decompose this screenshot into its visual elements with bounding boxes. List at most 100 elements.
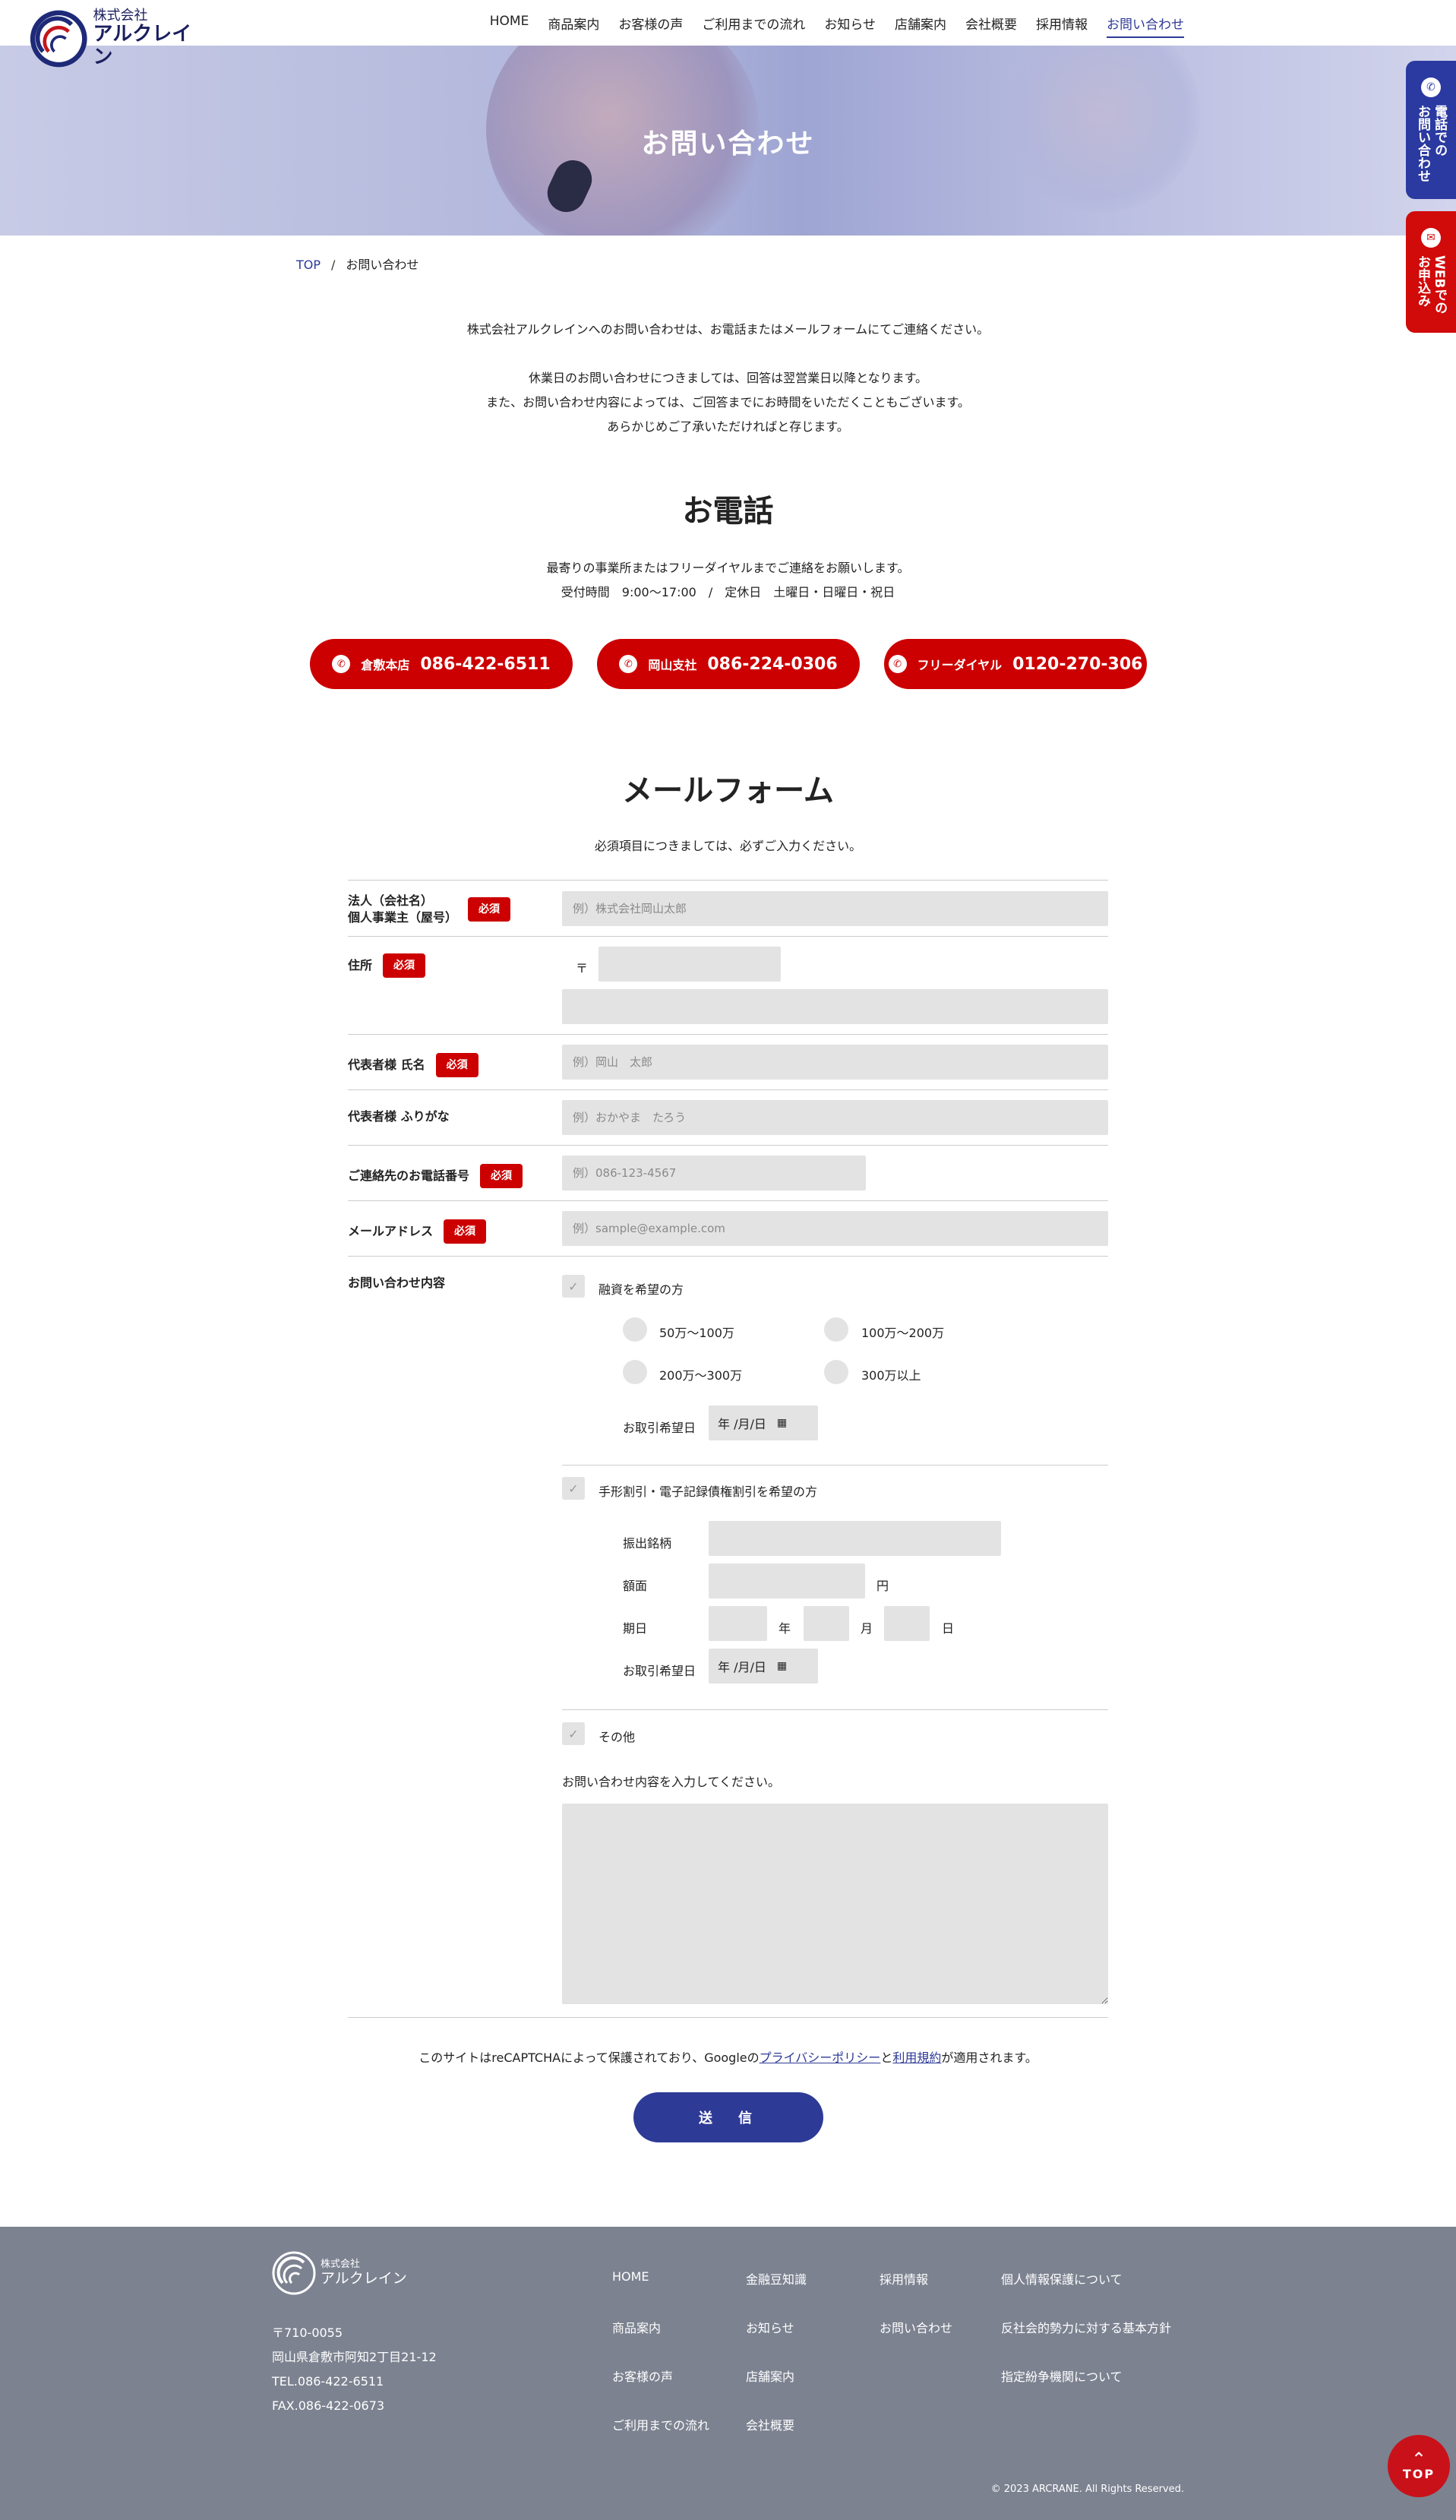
bill-date-input[interactable]: 年 /月/日 ▦ [709, 1649, 818, 1684]
loan-radio-2[interactable] [824, 1317, 848, 1342]
nav-contact[interactable]: お問い合わせ [1107, 14, 1184, 38]
tel-button-freedial[interactable]: ✆ フリーダイヤル 0120-270-306 [884, 639, 1147, 689]
chevron-up-icon: ⌃ [1410, 2448, 1427, 2470]
phone-icon: ✆ [619, 655, 638, 673]
address-label-text: 住所 [348, 958, 373, 972]
kana-label-text: 代表者様 ふりがな [348, 1109, 450, 1124]
amount-label: 額面 [623, 1579, 648, 1593]
nav-products[interactable]: 商品案内 [548, 14, 599, 38]
logo-company-name: アルクレイン [93, 23, 192, 69]
nav-voices[interactable]: お客様の声 [618, 14, 683, 38]
amount-input[interactable] [709, 1564, 865, 1598]
logo-company-type: 株式会社 [93, 7, 148, 24]
footer-logo[interactable]: 株式会社 アルクレイン [272, 2251, 407, 2295]
footer-link-news[interactable]: お知らせ [746, 2318, 807, 2367]
footer-link-voices[interactable]: お客様の声 [612, 2367, 709, 2415]
nav-flow[interactable]: ご利用までの流れ [702, 14, 805, 38]
bill-date-label: お取引希望日 [623, 1664, 696, 1678]
due-year-input[interactable] [709, 1606, 767, 1641]
email-input[interactable] [562, 1211, 1108, 1246]
side-tel-button[interactable]: ✆ 電話での お問い合わせ [1406, 61, 1456, 199]
loan-checkbox[interactable]: ✓ [562, 1275, 585, 1298]
recaptcha-text-end: が適用されます。 [941, 2050, 1038, 2065]
site-logo[interactable]: 株式会社 アルクレイン [29, 6, 204, 71]
privacy-policy-link[interactable]: プライバシーポリシー [760, 2050, 881, 2065]
nav-home[interactable]: HOME [490, 14, 529, 38]
phone-icon: ✆ [1421, 77, 1441, 97]
recaptcha-text: このサイトはreCAPTCHAによって保護されており、Googleの [418, 2050, 760, 2065]
page-hero: お問い合わせ [0, 46, 1456, 236]
footer-link-privacy[interactable]: 個人情報保護について [1001, 2269, 1171, 2318]
footer-link-products[interactable]: 商品案内 [612, 2318, 709, 2367]
footer-link-recruit[interactable]: 採用情報 [880, 2269, 952, 2318]
footer-link-antisocial[interactable]: 反社会的勢力に対する基本方針 [1001, 2318, 1171, 2367]
tel-input[interactable] [562, 1156, 866, 1190]
footer-link-knowledge[interactable]: 金融豆知識 [746, 2269, 807, 2318]
company-label-line1: 法人（会社名） [348, 893, 434, 908]
tel-button-okayama[interactable]: ✆ 岡山支社 086-224-0306 [597, 639, 860, 689]
footer-link-home[interactable]: HOME [612, 2269, 709, 2318]
tel-branch-name: 岡山支社 [648, 658, 697, 672]
terms-link[interactable]: 利用規約 [892, 2050, 941, 2065]
kana-input[interactable] [562, 1100, 1108, 1135]
side-tel-label: 電話での お問い合わせ [1415, 105, 1448, 182]
loan-radio-3[interactable] [623, 1360, 647, 1384]
email-label-text: メールアドレス [348, 1224, 434, 1238]
mail-icon: ✉ [1421, 228, 1441, 248]
footer-nav-col-2: 金融豆知識 お知らせ 店舗案内 会社概要 [746, 2269, 807, 2464]
due-month-input[interactable] [804, 1606, 849, 1641]
date-placeholder: 年 /月/日 [718, 1660, 766, 1674]
nav-stores[interactable]: 店舗案内 [895, 14, 946, 38]
month-unit: 月 [861, 1621, 873, 1636]
nav-company[interactable]: 会社概要 [965, 14, 1017, 38]
breadcrumb-top[interactable]: TOP [296, 258, 321, 272]
footer-logo-company-type: 株式会社 [321, 2258, 361, 2270]
drawer-input[interactable] [709, 1521, 1001, 1556]
nav-recruit[interactable]: 採用情報 [1036, 14, 1088, 38]
loan-date-input[interactable]: 年 /月/日 ▦ [709, 1405, 818, 1440]
form-row-content: お問い合わせ内容 ✓ 融資を希望の方 50万～100万 100万～200万 20… [348, 1256, 1108, 2018]
content-textarea[interactable] [562, 1804, 1108, 2004]
company-input[interactable] [562, 891, 1108, 926]
day-unit: 日 [942, 1621, 955, 1636]
required-badge: 必須 [444, 1219, 487, 1244]
footer-link-stores[interactable]: 店舗案内 [746, 2367, 807, 2415]
page-title: お問い合わせ [641, 128, 815, 160]
side-web-button[interactable]: ✉ WEBでの お申込み [1406, 211, 1456, 333]
recaptcha-notice: このサイトはreCAPTCHAによって保護されており、Googleのプライバシー… [0, 2047, 1456, 2066]
due-day-input[interactable] [884, 1606, 930, 1641]
page-top-button[interactable]: ⌃ TOP [1388, 2435, 1450, 2497]
email-label: メールアドレス 必須 [348, 1219, 487, 1244]
content-label-text: お問い合わせ内容 [348, 1276, 446, 1290]
footer-logo-company-name: アルクレイン [321, 2269, 407, 2287]
tel-number: 086-422-6511 [420, 654, 551, 674]
other-checkbox-label: その他 [599, 1730, 636, 1744]
loan-radio-4[interactable] [824, 1360, 848, 1384]
phone-icon: ✆ [332, 655, 351, 673]
footer-link-dispute[interactable]: 指定紛争機関について [1001, 2367, 1171, 2415]
footer-link-contact[interactable]: お問い合わせ [880, 2318, 952, 2367]
logo-mark-icon [30, 10, 87, 68]
submit-button[interactable]: 送 信 [633, 2092, 823, 2142]
drawer-label: 振出銘柄 [623, 1536, 672, 1551]
company-label-line2: 個人事業主（屋号） [348, 910, 458, 925]
content-prompt: お問い合わせ内容を入力してください。 [562, 1775, 781, 1789]
bill-checkbox[interactable]: ✓ [562, 1477, 585, 1500]
footer-link-flow[interactable]: ご利用までの流れ [612, 2415, 709, 2464]
mailform-note: 必須項目につきましては、必ずご入力ください。 [594, 839, 862, 853]
loan-radio-1[interactable] [623, 1317, 647, 1342]
address-input[interactable] [562, 989, 1108, 1024]
name-input[interactable] [562, 1045, 1108, 1080]
breadcrumb-current: お問い合わせ [346, 258, 419, 272]
tel-branch-name: 倉敷本店 [361, 658, 410, 672]
footer-nav-col-4: 個人情報保護について 反社会的勢力に対する基本方針 指定紛争機関について [1001, 2269, 1171, 2415]
footer-link-company[interactable]: 会社概要 [746, 2415, 807, 2464]
footer-nav-col-3: 採用情報 お問い合わせ [880, 2269, 952, 2367]
tel-button-kurashiki[interactable]: ✆ 倉敷本店 086-422-6511 [310, 639, 573, 689]
nav-news[interactable]: お知らせ [824, 14, 876, 38]
intro-line: あらかじめご了承いただければと存じます。 [607, 419, 849, 434]
loan-date-label: お取引希望日 [623, 1421, 696, 1435]
phone-description: 最寄りの事業所またはフリーダイヤルまでご連絡をお願いします。 受付時間 9:00… [0, 556, 1456, 605]
other-checkbox[interactable]: ✓ [562, 1722, 585, 1745]
postal-code-input[interactable] [599, 947, 781, 982]
